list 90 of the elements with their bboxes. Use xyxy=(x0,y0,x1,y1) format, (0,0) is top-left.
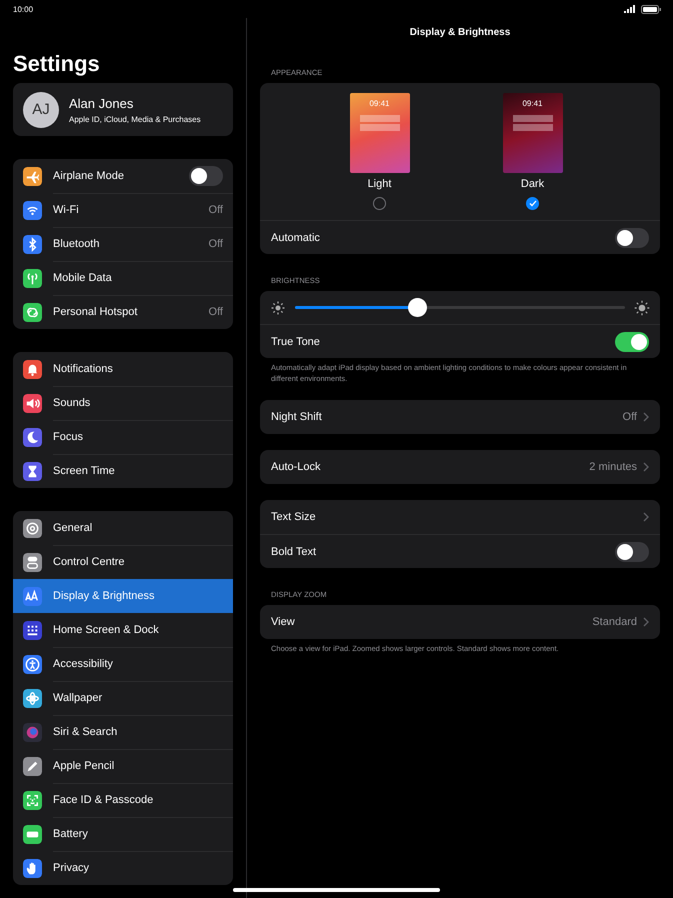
sidebar-item[interactable]: Control Centre xyxy=(13,545,233,579)
row-label: Bold Text xyxy=(271,546,318,558)
sidebar-item[interactable]: Privacy xyxy=(13,851,233,885)
item-label: Focus xyxy=(53,431,84,443)
chevron-icon xyxy=(643,617,649,627)
row-label: View xyxy=(271,616,296,628)
row-value: 2 minutes xyxy=(589,461,637,473)
option-label: Dark xyxy=(520,178,544,190)
radio-button[interactable] xyxy=(526,197,539,210)
toggle-switch[interactable] xyxy=(615,228,649,248)
item-value: Off xyxy=(208,204,223,216)
item-label: Siri & Search xyxy=(53,726,118,738)
item-label: Apple Pencil xyxy=(53,760,116,772)
item-label: Sounds xyxy=(53,397,92,409)
settings-row[interactable]: Text Size xyxy=(260,500,660,534)
sidebar-item[interactable]: Wallpaper xyxy=(13,681,233,715)
radio-button[interactable] xyxy=(373,197,386,210)
chevron-icon xyxy=(643,512,649,522)
item-label: Control Centre xyxy=(53,556,126,568)
sidebar-item[interactable]: Sounds xyxy=(13,386,233,420)
item-label: Privacy xyxy=(53,862,90,874)
brightness-slider[interactable] xyxy=(295,298,625,317)
slider-thumb[interactable] xyxy=(408,298,428,317)
item-label: Battery xyxy=(53,828,89,840)
item-label: Wallpaper xyxy=(53,692,104,704)
sidebar-item[interactable]: Mobile Data xyxy=(13,261,233,295)
avatar-circle: AJ xyxy=(23,92,59,128)
sidebar-item[interactable]: Airplane Mode xyxy=(13,159,233,193)
item-label: Face ID & Passcode xyxy=(53,794,154,806)
option-label: Light xyxy=(368,178,392,190)
row-label: Automatic xyxy=(271,232,321,244)
sidebar-item[interactable]: Apple Pencil xyxy=(13,749,233,783)
sidebar-item[interactable]: Accessibility xyxy=(13,647,233,681)
signal-icon xyxy=(624,5,636,13)
item-label: Screen Time xyxy=(53,465,116,477)
settings-row[interactable]: Auto-Lock 2 minutes xyxy=(260,450,660,484)
notification-bar xyxy=(360,115,400,122)
item-label: General xyxy=(53,522,94,534)
item-label: Personal Hotspot xyxy=(53,306,138,318)
sidebar-item[interactable]: Wi-Fi Off xyxy=(13,193,233,227)
sidebar-item[interactable]: Face ID & Passcode xyxy=(13,783,233,817)
sidebar-item[interactable]: Battery xyxy=(13,817,233,851)
chevron-icon xyxy=(643,412,649,422)
row-label: Text Size xyxy=(271,511,317,523)
status-time: 10:00 xyxy=(13,4,34,14)
item-value: Off xyxy=(208,238,223,250)
sidebar-item[interactable]: Display & Brightness xyxy=(13,579,233,613)
preview-time: 09:41 xyxy=(521,99,544,108)
page-title: Settings xyxy=(13,51,101,77)
notification-bar xyxy=(512,124,552,131)
item-label: Bluetooth xyxy=(53,238,100,250)
notification-bar xyxy=(360,124,400,131)
sidebar-item[interactable]: Screen Time xyxy=(13,454,233,488)
item-label: Display & Brightness xyxy=(53,590,156,602)
wallpaper-preview[interactable]: 09:41 xyxy=(502,93,562,173)
sun-small-icon xyxy=(270,300,286,316)
item-label: Wi-Fi xyxy=(53,204,80,216)
row-value: Off xyxy=(622,411,637,423)
item-value: Off xyxy=(208,306,223,318)
sidebar-item[interactable]: General xyxy=(13,511,233,545)
settings-row[interactable]: Night Shift Off xyxy=(260,400,660,434)
row-value: Standard xyxy=(592,616,637,628)
toggle-switch[interactable] xyxy=(615,542,649,562)
toggle-switch[interactable] xyxy=(189,166,223,186)
preview-time: 09:41 xyxy=(368,99,391,108)
item-label: Accessibility xyxy=(53,658,114,670)
row-label: Night Shift xyxy=(271,411,323,423)
row-label: True Tone xyxy=(271,336,321,348)
sidebar-item[interactable]: Home Screen & Dock xyxy=(13,613,233,647)
chevron-icon xyxy=(643,462,649,472)
settings-row[interactable]: View Standard xyxy=(260,605,660,639)
checkmark-icon xyxy=(528,200,536,207)
row-label: Auto-Lock xyxy=(271,461,322,473)
page-title: Display & Brightness xyxy=(408,26,512,40)
sidebar-item[interactable]: Focus xyxy=(13,420,233,454)
sidebar-item[interactable]: Bluetooth Off xyxy=(13,227,233,261)
sidebar-item[interactable]: Personal Hotspot Off xyxy=(13,295,233,329)
battery-icon xyxy=(641,4,661,14)
item-label: Notifications xyxy=(53,363,114,375)
item-label: Airplane Mode xyxy=(53,170,125,182)
item-label: Home Screen & Dock xyxy=(53,624,160,636)
profile-name: Alan Jones xyxy=(69,96,134,112)
notification-bar xyxy=(512,115,552,122)
item-label: Mobile Data xyxy=(53,272,113,284)
profile-subtitle: Apple ID, iCloud, Media & Purchases xyxy=(69,114,201,124)
sidebar-item[interactable]: Siri & Search xyxy=(13,715,233,749)
sun-large-icon xyxy=(634,300,650,316)
profile-card[interactable]: AJ Alan Jones Apple ID, iCloud, Media & Purchases xyxy=(13,83,233,136)
sidebar-item[interactable]: Notifications xyxy=(13,352,233,386)
toggle-switch[interactable] xyxy=(615,332,649,352)
